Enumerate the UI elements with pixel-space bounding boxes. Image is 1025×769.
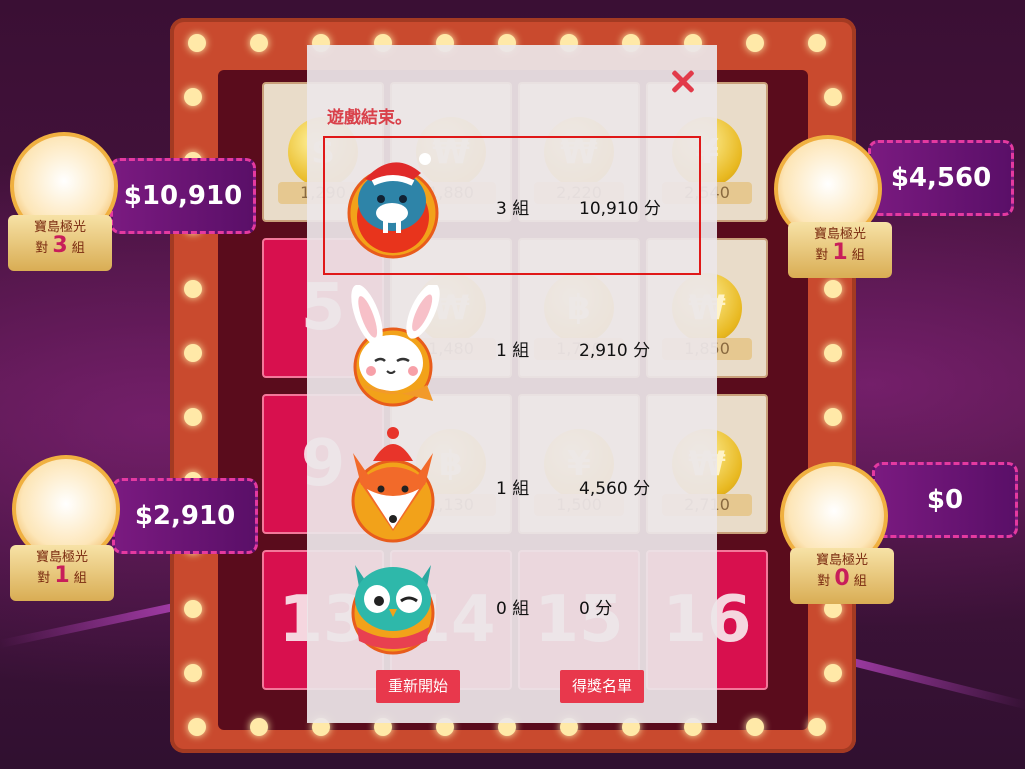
unit-label: 組: [71, 241, 85, 256]
group-count: 3: [52, 233, 68, 258]
vs-label: 對: [35, 241, 49, 256]
marquee-bulb: [250, 718, 268, 736]
group-count: 1: [54, 563, 70, 588]
player-money: $10,910: [123, 181, 243, 211]
marquee-bulb: [184, 280, 202, 298]
score: 10,910 分: [579, 199, 661, 219]
group-count: 3 組: [496, 199, 530, 219]
vs-label: 對: [37, 571, 51, 586]
walrus-icon: [347, 153, 439, 259]
result-row: 1 組 2,910 分: [325, 280, 699, 415]
player-team-ribbon: 寶島極光 對 1 組: [788, 222, 892, 278]
game-over-dialog: 遊戲結束。 3 組 10,910 分 1 組 2,910 分 1 組 4,560…: [307, 45, 717, 723]
player-team-ribbon: 寶島極光 對 1 組: [10, 545, 114, 601]
player-money: $4,560: [890, 163, 992, 193]
rabbit-icon: [351, 285, 440, 407]
marquee-bulb: [250, 34, 268, 52]
group-count: 1: [832, 240, 848, 265]
unit-label: 組: [853, 574, 867, 589]
player-money: $0: [926, 485, 964, 515]
close-icon[interactable]: [668, 67, 698, 97]
unit-label: 組: [73, 571, 87, 586]
marquee-bulb: [824, 280, 842, 298]
marquee-bulb: [808, 718, 826, 736]
marquee-bulb: [824, 344, 842, 362]
restart-button[interactable]: 重新開始: [376, 670, 461, 703]
score: 2,910 分: [579, 341, 651, 361]
marquee-bulb: [808, 34, 826, 52]
group-count: 0: [834, 566, 850, 591]
result-row: 1 組 4,560 分: [325, 418, 699, 553]
player-team-ribbon: 寶島極光 對 3 組: [8, 215, 112, 271]
dialog-title: 遊戲結束。: [327, 108, 412, 128]
score: 0 分: [579, 599, 613, 619]
marquee-bulb: [824, 88, 842, 106]
player-money-panel: $4,560: [868, 140, 1014, 216]
marquee-bulb: [188, 718, 206, 736]
marquee-bulb: [824, 664, 842, 682]
result-row: 0 組 0 分: [325, 538, 699, 673]
vs-label: 對: [815, 248, 829, 263]
player-money-panel: $2,910: [112, 478, 258, 554]
marquee-bulb: [184, 344, 202, 362]
marquee-bulb: [184, 664, 202, 682]
winners-list-button[interactable]: 得獎名單: [560, 670, 645, 703]
marquee-bulb: [184, 408, 202, 426]
player-team-ribbon: 寶島極光 對 0 組: [790, 548, 894, 604]
marquee-bulb: [746, 34, 764, 52]
marquee-bulb: [184, 88, 202, 106]
fox-icon: [351, 427, 435, 543]
marquee-bulb: [184, 600, 202, 618]
player-money-panel: $0: [872, 462, 1018, 538]
marquee-bulb: [188, 34, 206, 52]
marquee-bulb: [824, 408, 842, 426]
group-count: 1 組: [496, 341, 530, 361]
score: 4,560 分: [579, 479, 651, 499]
player-money: $2,910: [134, 501, 236, 531]
result-row-winner: 3 組 10,910 分: [323, 136, 701, 275]
marquee-bulb: [746, 718, 764, 736]
group-count: 0 組: [496, 599, 530, 619]
vs-label: 對: [817, 574, 831, 589]
group-count: 1 組: [496, 479, 530, 499]
owl-icon: [351, 565, 435, 655]
unit-label: 組: [851, 248, 865, 263]
player-money-panel: $10,910: [110, 158, 256, 234]
